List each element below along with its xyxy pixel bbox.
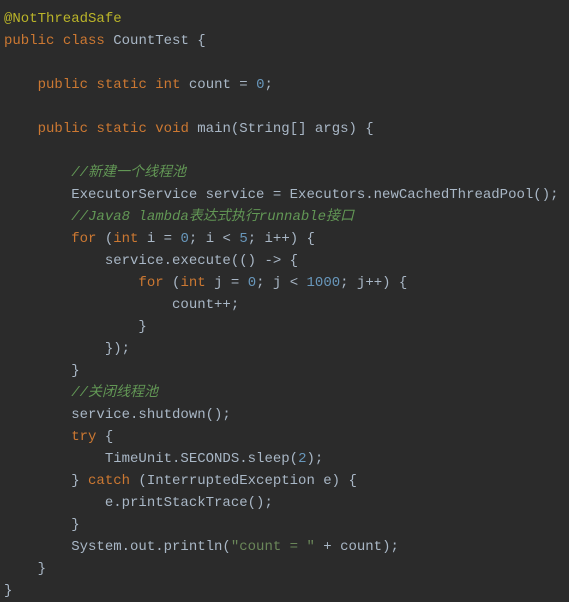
text: + count); — [315, 539, 399, 555]
text: { — [96, 429, 113, 445]
text: } — [4, 319, 147, 335]
keyword-static: static — [96, 121, 146, 137]
text: ; i < — [189, 231, 239, 247]
keyword-catch: catch — [88, 473, 130, 489]
text: } — [4, 583, 12, 599]
text: System.out.println( — [4, 539, 231, 555]
code-line: } catch (InterruptedException e) { — [4, 470, 565, 492]
code-line: @NotThreadSafe — [4, 8, 565, 30]
code-line: } — [4, 558, 565, 580]
code-line: } — [4, 514, 565, 536]
keyword-int: int — [180, 275, 205, 291]
keyword-void: void — [155, 121, 189, 137]
text: service.execute(() -> { — [4, 253, 298, 269]
code-line: service.execute(() -> { — [4, 250, 565, 272]
code-line: count++; — [4, 294, 565, 316]
text: ; j < — [256, 275, 306, 291]
indent — [4, 275, 138, 291]
code-line: //新建一个线程池 — [4, 162, 565, 184]
indent — [4, 209, 71, 225]
code-line: for (int i = 0; i < 5; i++) { — [4, 228, 565, 250]
code-line: public class CountTest { — [4, 30, 565, 52]
code-line: e.printStackTrace(); — [4, 492, 565, 514]
text: ( — [164, 275, 181, 291]
keyword-public: public — [38, 77, 88, 93]
comment: //关闭线程池 — [71, 385, 158, 401]
text: i = — [138, 231, 180, 247]
code-line: for (int j = 0; j < 1000; j++) { — [4, 272, 565, 294]
keyword-for: for — [138, 275, 163, 291]
keyword-int: int — [155, 77, 180, 93]
keyword-for: for — [71, 231, 96, 247]
text: service.shutdown(); — [4, 407, 231, 423]
code-line: ExecutorService service = Executors.newC… — [4, 184, 565, 206]
code-line — [4, 96, 565, 118]
indent — [4, 429, 71, 445]
code-line: //关闭线程池 — [4, 382, 565, 404]
code-line: //Java8 lambda表达式执行runnable接口 — [4, 206, 565, 228]
code-line: public static int count = 0; — [4, 74, 565, 96]
code-line: try { — [4, 426, 565, 448]
keyword-public: public — [4, 33, 54, 49]
text: count = — [180, 77, 256, 93]
comment: //新建一个线程池 — [71, 165, 186, 181]
code-line — [4, 52, 565, 74]
keyword-static: static — [96, 77, 146, 93]
code-editor: @NotThreadSafe public class CountTest { … — [4, 8, 565, 602]
annotation: @NotThreadSafe — [4, 11, 122, 27]
code-line: service.shutdown(); — [4, 404, 565, 426]
text: ( — [96, 231, 113, 247]
number-literal: 0 — [180, 231, 188, 247]
code-line — [4, 140, 565, 162]
text: } — [4, 363, 80, 379]
keyword-class: class — [63, 33, 105, 49]
indent — [4, 121, 38, 137]
code-line: public static void main(String[] args) { — [4, 118, 565, 140]
code-line: System.out.println("count = " + count); — [4, 536, 565, 558]
keyword-public: public — [38, 121, 88, 137]
text: ; — [265, 77, 273, 93]
indent — [4, 165, 71, 181]
text: } — [4, 517, 80, 533]
text: ExecutorService service = Executors.newC… — [4, 187, 559, 203]
text: TimeUnit.SECONDS.sleep( — [4, 451, 298, 467]
text: (InterruptedException e) { — [130, 473, 357, 489]
string-literal: "count = " — [231, 539, 315, 555]
indent — [4, 231, 71, 247]
text: } — [4, 561, 46, 577]
text: } — [4, 473, 88, 489]
number-literal: 0 — [248, 275, 256, 291]
indent — [4, 77, 38, 93]
text: count++; — [4, 297, 239, 313]
keyword-try: try — [71, 429, 96, 445]
text: e.printStackTrace(); — [4, 495, 273, 511]
number-literal: 0 — [256, 77, 264, 93]
text: ); — [306, 451, 323, 467]
text: ; i++) { — [248, 231, 315, 247]
code-line: } — [4, 580, 565, 602]
text: }); — [4, 341, 130, 357]
indent — [4, 385, 71, 401]
text: ; j++) { — [340, 275, 407, 291]
number-literal: 5 — [239, 231, 247, 247]
comment: //Java8 lambda表达式执行runnable接口 — [71, 209, 354, 225]
code-line: } — [4, 360, 565, 382]
class-name: CountTest { — [105, 33, 206, 49]
code-line: }); — [4, 338, 565, 360]
number-literal: 1000 — [307, 275, 341, 291]
code-line: } — [4, 316, 565, 338]
code-line: TimeUnit.SECONDS.sleep(2); — [4, 448, 565, 470]
text: main(String[] args) { — [189, 121, 374, 137]
keyword-int: int — [113, 231, 138, 247]
text: j = — [206, 275, 248, 291]
